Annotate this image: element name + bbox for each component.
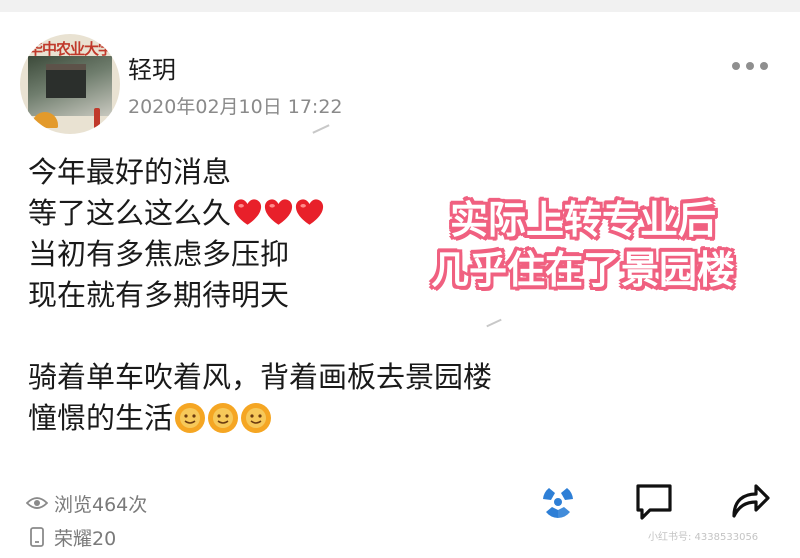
share-to-friends-icon[interactable] [538,482,578,522]
overlay-caption: 实际上转专业后 几乎住在了景园楼 [398,196,768,296]
device-row: 荣耀20 [26,520,147,554]
post-stats: 浏览464次 荣耀20 [26,486,147,554]
views-row: 浏览464次 [26,486,147,520]
red-heart-icon [233,199,262,225]
views-count: 浏览464次 [54,493,148,516]
decorative-stroke [312,124,330,134]
avatar[interactable]: 华中农业大学 [20,34,120,134]
post-timestamp: 2020年02月10日 17:22 [128,96,343,118]
avatar-tassel-icon [94,108,100,130]
red-heart-icon [295,199,324,225]
overlay-line-2: 几乎住在了景园楼 [430,250,735,292]
forward-icon[interactable] [730,480,770,520]
post-line: 今年最好的消息 [28,155,232,189]
avatar-building [46,64,86,98]
post-body: 今年最好的消息 等了这么这么久 当初有多焦虑多压抑 现在就有多期待明天 骑着单车… [28,152,493,439]
post-line: 当初有多焦虑多压抑 [28,237,290,271]
comment-icon[interactable] [634,482,674,522]
post-line: 等了这么这么久 [28,193,448,234]
sun-face-icon [175,403,206,433]
post-line: 憧憬的生活 [28,398,448,439]
red-heart-icon [264,199,293,225]
post-line: 现在就有多期待明天 [28,278,290,312]
sun-face-icon [208,403,239,433]
post-line: 骑着单车吹着风，背着画板去景园楼 [28,360,493,394]
eye-icon [26,497,48,509]
username[interactable]: 轻玥 [128,50,176,85]
watermark: 小红书号: 4338533056 [648,532,759,543]
sun-face-icon [241,403,272,433]
overlay-line-1: 实际上转专业后 [449,200,716,242]
device-name: 荣耀20 [54,527,117,550]
more-options-icon[interactable] [728,56,772,76]
status-bar-strip [0,0,800,12]
avatar-school-name: 华中农业大学 [27,40,113,58]
decorative-stroke [486,318,502,328]
phone-icon [30,527,44,547]
